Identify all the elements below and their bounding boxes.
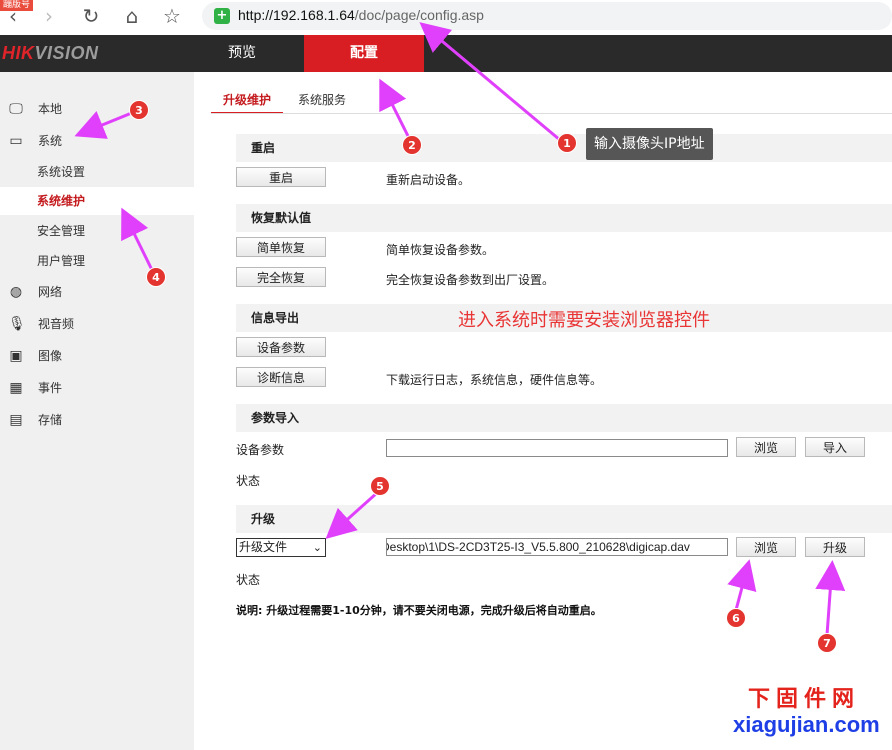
export-device-params-button[interactable]: 设备参数 [236,337,326,357]
badge-2: 2 [402,135,422,155]
sidebar-item-video-audio[interactable]: 🎙 视音频 [0,309,194,339]
forward-icon[interactable]: › [38,5,60,27]
badge-7: 7 [817,633,837,653]
ip-address-callout: 输入摄像头IP地址 [586,128,713,160]
disk-icon: ▤ [9,412,23,428]
image-icon: ▣ [9,348,23,364]
hikvision-logo: HIKVISION [2,43,99,63]
section-restore: 恢复默认值 [236,204,892,232]
globe-icon: ◍ [9,284,23,300]
watermark-chinese: 下固件网 [748,687,861,712]
export-diagnostics-button[interactable]: 诊断信息 [236,367,326,387]
import-status-label: 状态 [236,474,261,488]
import-label: 设备参数 [236,443,285,457]
sidebar-item-system[interactable]: ▭ 系统 [0,126,194,156]
tab-preview[interactable]: 预览 [194,35,290,72]
bookmark-star-icon[interactable]: ☆ [161,5,183,27]
tab-config[interactable]: 配置 [304,35,424,72]
sidebar-sub-users[interactable]: 用户管理 [0,247,194,275]
mic-icon: 🎙 [8,316,26,332]
arrow-7 [815,560,846,636]
sidebar-item-event[interactable]: ▦ 事件 [0,373,194,403]
import-button[interactable]: 导入 [805,437,865,457]
upgrade-status-label: 状态 [236,573,261,587]
import-browse-button[interactable]: 浏览 [736,437,796,457]
restart-button[interactable]: 重启 [236,167,326,187]
secure-shield-icon: + [214,8,230,24]
sidebar-item-storage[interactable]: ▤ 存储 [0,405,194,435]
sidebar-sub-system-settings[interactable]: 系统设置 [0,158,194,186]
window-icon: ▭ [9,133,23,149]
sidebar-sub-system-maintenance[interactable]: 系统维护 [0,187,194,215]
section-param-import: 参数导入 [236,404,892,432]
badge-5: 5 [370,476,390,496]
upgrade-type-select[interactable]: 升级文件 ⌄ [236,538,326,557]
badge-1: 1 [557,133,577,153]
calendar-icon: ▦ [9,380,23,396]
reload-icon[interactable]: ↻ [80,5,102,27]
chevron-down-icon: ⌄ [312,541,322,554]
badge-6: 6 [726,608,746,628]
diagnostics-desc: 下载运行日志，系统信息，硬件信息等。 [386,373,603,387]
import-file-input[interactable] [386,439,728,457]
address-bar[interactable]: + http://192.168.1.64/doc/page/config.as… [202,2,892,30]
watermark-url: xiagujian.com [733,712,880,737]
upgrade-browse-button[interactable]: 浏览 [736,537,796,557]
plugin-install-note: 进入系统时需要安装浏览器控件 [458,310,710,331]
tab-system-service[interactable]: 系统服务 [298,88,346,112]
sidebar-sub-security[interactable]: 安全管理 [0,217,194,245]
simple-restore-button[interactable]: 简单恢复 [236,237,326,257]
browser-toolbar: 蹦版号 ‹ › ↻ ⌂ ☆ + http://192.168.1.64/doc/… [0,0,892,35]
url-text[interactable]: http://192.168.1.64/doc/page/config.asp [238,7,484,23]
sidebar-item-image[interactable]: ▣ 图像 [0,341,194,371]
tab-divider [211,113,892,114]
tab-upgrade-maintenance[interactable]: 升级维护 [211,88,283,114]
full-restore-button[interactable]: 完全恢复 [236,267,326,287]
section-upgrade: 升级 [236,505,892,533]
upgrade-button[interactable]: 升级 [805,537,865,557]
badge-4: 4 [146,267,166,287]
upgrade-file-input[interactable]: Desktop\1\DS-2CD3T25-I3_V5.5.800_210628\… [386,538,728,556]
badge-3: 3 [129,100,149,120]
full-restore-desc: 完全恢复设备参数到出厂设置。 [386,273,555,287]
monitor-icon: 🖵 [9,101,23,117]
arrow-2 [379,78,412,141]
back-icon[interactable]: ‹ [2,5,24,27]
upgrade-note: 说明: 升级过程需要1-10分钟，请不要关闭电源，完成升级后将自动重启。 [236,604,602,617]
simple-restore-desc: 简单恢复设备参数。 [386,243,495,257]
app-header: HIKVISION 预览 配置 [0,35,892,72]
arrow-6 [727,559,757,611]
home-icon[interactable]: ⌂ [121,5,143,27]
restart-desc: 重新启动设备。 [386,173,471,187]
sidebar-item-local[interactable]: 🖵 本地 [0,94,194,124]
